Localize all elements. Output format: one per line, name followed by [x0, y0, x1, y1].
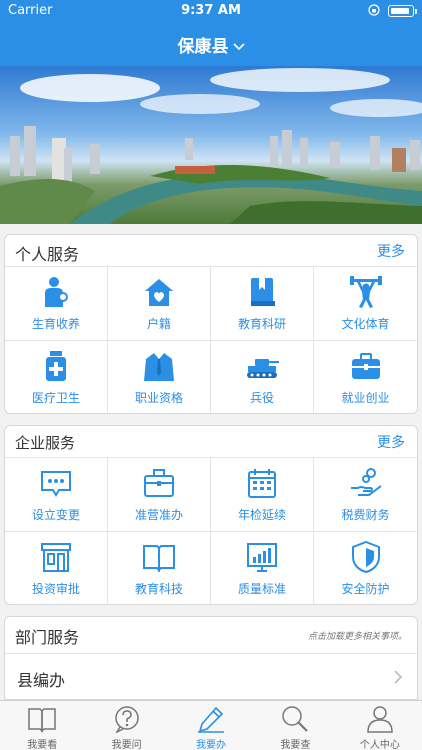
- department-services-title: 部门服务: [15, 628, 80, 647]
- service-label: 质量标准: [237, 582, 286, 596]
- department-services-card: 部门服务 点击加载更多相关事项。 县编办: [4, 616, 418, 700]
- service-label: 教育科研: [237, 317, 286, 331]
- load-more-hint[interactable]: 点击加载更多相关事项。: [308, 629, 407, 642]
- enterprise-services-header: 企业服务 更多: [5, 426, 417, 458]
- service-label: 户籍: [146, 317, 171, 331]
- briefcase-icon: [351, 353, 380, 379]
- service-tile-operating-permits[interactable]: 准营准办: [108, 458, 211, 532]
- service-tile-quality-standards[interactable]: 质量标准: [211, 532, 314, 604]
- page-title: 保康县: [177, 37, 229, 57]
- department-services-header: 部门服务 点击加载更多相关事项。: [5, 617, 417, 653]
- service-label: 设立变更: [31, 508, 80, 522]
- service-label: 就业创业: [341, 391, 390, 405]
- tab-ask[interactable]: 我要问: [84, 701, 168, 750]
- enterprise-services-title: 企业服务: [15, 434, 76, 452]
- service-label: 投资审批: [31, 582, 80, 596]
- calendar-icon: [248, 469, 276, 498]
- service-tile-annual-inspection[interactable]: 年检延续: [211, 458, 314, 532]
- enterprise-services-card: 企业服务 更多 设立变更 准营准办 年检延续 税费财务 投资审批 教育科技 质量…: [4, 425, 418, 605]
- service-tile-military-service[interactable]: 兵役: [211, 341, 314, 413]
- tab-label: 我要办: [196, 740, 227, 750]
- tab-label: 我要查: [280, 740, 311, 750]
- tab-search[interactable]: 我要查: [253, 701, 337, 750]
- service-label: 年检延续: [237, 508, 286, 522]
- chevron-down-icon: [232, 43, 245, 51]
- book-icon: [251, 278, 275, 306]
- house-icon: [145, 279, 173, 306]
- chat-bubble-icon: [41, 471, 71, 497]
- service-tile-household[interactable]: 户籍: [108, 267, 211, 341]
- status-bar: Carrier 9:37 AM: [0, 0, 422, 22]
- briefcase-outline-icon: [144, 469, 174, 497]
- service-label: 生育收养: [31, 317, 80, 331]
- shop-icon: [41, 543, 71, 572]
- service-label: 准营准办: [134, 508, 183, 522]
- service-label: 税费财务: [341, 508, 390, 522]
- personal-services-title: 个人服务: [15, 245, 80, 264]
- tab-view[interactable]: 我要看: [0, 701, 84, 750]
- service-tile-education-technology[interactable]: 教育科技: [108, 532, 211, 604]
- battery-icon: [388, 5, 417, 17]
- open-book-icon: [143, 545, 175, 573]
- region-selector[interactable]: 保康县: [0, 32, 422, 57]
- shield-icon: [351, 540, 380, 574]
- tank-icon: [247, 359, 279, 378]
- family-icon: [45, 277, 68, 307]
- city-banner-image: [0, 66, 422, 224]
- city-skyline-illustration: [0, 68, 422, 224]
- service-label: 文化体育: [341, 317, 390, 331]
- service-label: 教育科技: [134, 582, 183, 596]
- service-tile-safety-protection[interactable]: 安全防护: [314, 532, 417, 604]
- chevron-right-icon: [394, 670, 403, 684]
- person-icon: [367, 706, 393, 733]
- department-item-label: 县编办: [17, 671, 66, 690]
- service-tile-employment[interactable]: 就业创业: [314, 341, 417, 413]
- rotation-lock-icon: [368, 4, 380, 16]
- personal-services-header: 个人服务 更多: [5, 235, 417, 267]
- weightlifting-icon: [349, 276, 382, 308]
- service-tile-birth-adoption[interactable]: 生育收养: [5, 267, 108, 341]
- service-tile-establishment-change[interactable]: 设立变更: [5, 458, 108, 532]
- service-tile-tax-finance[interactable]: 税费财务: [314, 458, 417, 532]
- service-label: 安全防护: [341, 582, 390, 596]
- service-label: 兵役: [249, 391, 274, 405]
- hand-coins-icon: [350, 468, 382, 496]
- suit-icon: [144, 353, 174, 381]
- service-tile-education-research[interactable]: 教育科研: [211, 267, 314, 341]
- tab-label: 个人中心: [359, 740, 400, 750]
- tab-handle[interactable]: 我要办: [169, 701, 253, 750]
- clock: 9:37 AM: [181, 3, 241, 18]
- enterprise-services-grid: 设立变更 准营准办 年检延续 税费财务 投资审批 教育科技 质量标准 安全防护: [5, 458, 417, 604]
- service-tile-medical-health[interactable]: 医疗卫生: [5, 341, 108, 413]
- personal-services-grid: 生育收养 户籍 教育科研 文化体育 医疗卫生 职业资格 兵役 就业创业: [5, 267, 417, 413]
- service-label: 医疗卫生: [31, 391, 80, 405]
- service-tile-investment-approval[interactable]: 投资审批: [5, 532, 108, 604]
- personal-more-link[interactable]: 更多: [377, 241, 405, 261]
- medicine-bottle-icon: [46, 351, 66, 381]
- enterprise-more-link[interactable]: 更多: [377, 432, 405, 452]
- question-icon: [114, 706, 139, 733]
- bottom-tab-bar: 我要看 我要问 我要办 我要查 个人中心: [0, 700, 422, 750]
- personal-services-card: 个人服务 更多 生育收养 户籍 教育科研 文化体育 医疗卫生 职业资格 兵役 就…: [4, 234, 418, 414]
- service-label: 职业资格: [134, 391, 183, 405]
- department-item[interactable]: 县编办: [5, 653, 417, 699]
- magnifier-icon: [282, 706, 309, 732]
- book-icon: [28, 708, 56, 733]
- navigation-header: Carrier 9:37 AM 保康县: [0, 0, 422, 66]
- service-tile-culture-sports[interactable]: 文化体育: [314, 267, 417, 341]
- service-tile-professional-qualification[interactable]: 职业资格: [108, 341, 211, 413]
- tab-profile[interactable]: 个人中心: [338, 701, 422, 750]
- pencil-icon: [198, 706, 225, 733]
- tab-label: 我要看: [27, 740, 58, 750]
- tab-label: 我要问: [111, 740, 142, 750]
- chart-screen-icon: [247, 543, 277, 572]
